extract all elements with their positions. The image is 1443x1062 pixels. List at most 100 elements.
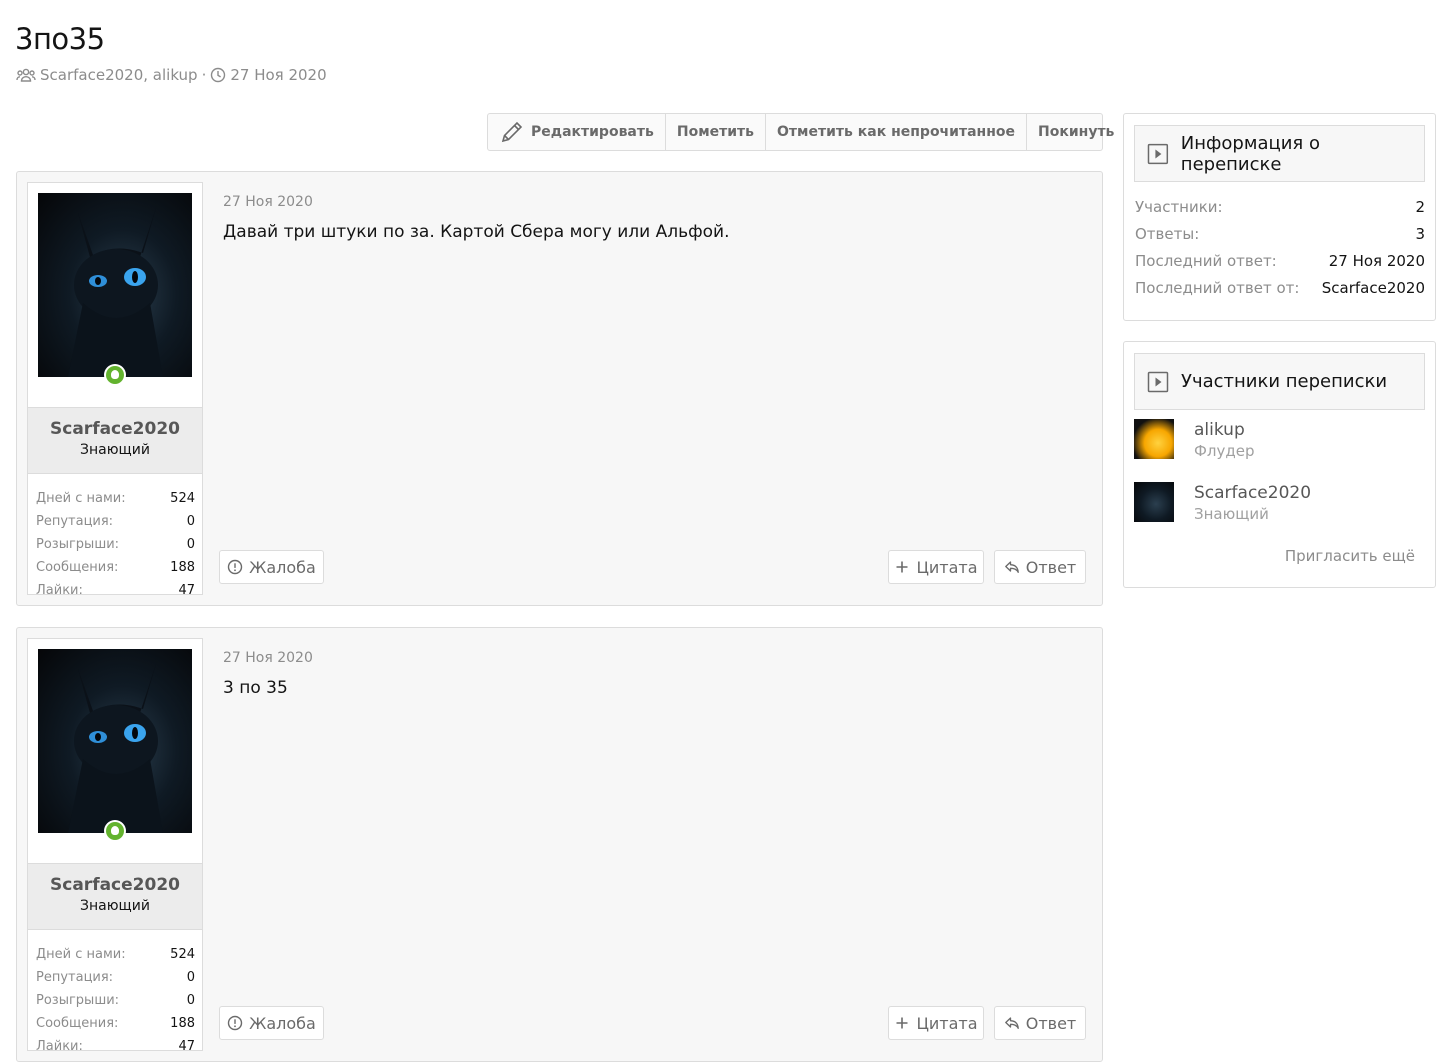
online-status-indicator	[104, 364, 126, 386]
stat-label: Сообщения:	[36, 560, 119, 575]
clock-icon	[211, 67, 226, 83]
user-stats: Дней с нами: 524 Репутация: 0 Розыгрыши: 0 …	[36, 943, 195, 1058]
message: Scarface2020 Знающий Дней с нами: 524 Реп…	[16, 627, 1103, 1062]
user-title: Знающий	[80, 442, 150, 458]
stat-value: 524	[170, 947, 195, 962]
stat-value: 47	[178, 583, 195, 598]
info-row: Последний ответ: 27 Ноя 2020	[1135, 248, 1425, 275]
collapse-toggle-icon	[1147, 143, 1169, 164]
participants-link[interactable]: Scarface2020, alikup	[40, 66, 198, 84]
online-status-indicator	[104, 820, 126, 842]
avatar[interactable]	[1134, 482, 1174, 522]
quote-label: Цитата	[916, 557, 978, 577]
conversation-info-header[interactable]: Информация о переписке	[1134, 125, 1425, 182]
reply-icon	[1004, 561, 1019, 573]
user-stats: Дней с нами: 524 Репутация: 0 Розыгрыши: 0 …	[36, 487, 195, 602]
info-value: 2	[1415, 198, 1425, 216]
avatar[interactable]	[38, 649, 192, 833]
message-content: 27 Ноя 2020 3 по 35	[223, 650, 1086, 698]
report-label: Жалоба	[249, 557, 316, 577]
conversation-date[interactable]: 27 Ноя 2020	[230, 66, 326, 84]
reply-icon	[1004, 1017, 1019, 1029]
cat-avatar-image	[68, 208, 163, 377]
conversation-info-block: Информация о переписке Участники: 2 Ответ…	[1123, 113, 1436, 321]
participant-title: Знающий	[1194, 505, 1269, 523]
meta-separator: ·	[201, 66, 207, 84]
info-label: Последний ответ:	[1135, 252, 1277, 270]
report-label: Жалоба	[249, 1013, 316, 1033]
info-label: Ответы:	[1135, 225, 1200, 243]
message-content: 27 Ноя 2020 Давай три штуки по за. Карто…	[223, 194, 1086, 242]
info-row: Ответы: 3	[1135, 221, 1425, 248]
reply-button[interactable]: Ответ	[994, 550, 1086, 584]
conversation-toolbar: Редактировать Пометить Отметить как непр…	[487, 113, 1114, 151]
avatar[interactable]	[38, 193, 192, 377]
message-date[interactable]: 27 Ноя 2020	[223, 194, 1086, 210]
avatar[interactable]	[1134, 419, 1174, 459]
stat-row: Лайки: 47	[36, 1035, 195, 1058]
stat-row: Репутация: 0	[36, 966, 195, 989]
conversation-info-rows: Участники: 2 Ответы: 3 Последний ответ: 27 …	[1135, 194, 1425, 302]
message-user: Scarface2020 Знающий Дней с нами: 524 Реп…	[27, 182, 203, 598]
plus-icon	[896, 561, 908, 573]
page-title: 3по35	[15, 22, 105, 56]
collapse-toggle-icon	[1147, 371, 1169, 392]
info-value: 27 Ноя 2020	[1328, 252, 1425, 270]
participant-info: alikup Флудер	[1194, 420, 1255, 460]
stat-value: 524	[170, 491, 195, 506]
stat-value: 188	[170, 1016, 195, 1031]
leave-button[interactable]: Покинуть	[1027, 114, 1125, 150]
message: Scarface2020 Знающий Дней с нами: 524 Реп…	[16, 171, 1103, 606]
users-icon	[16, 68, 36, 82]
stat-label: Лайки:	[36, 1039, 83, 1054]
cat-avatar-image	[68, 664, 163, 833]
stat-value: 0	[186, 993, 195, 1008]
info-row: Участники: 2	[1135, 194, 1425, 221]
stat-label: Дней с нами:	[36, 947, 126, 962]
user-name-box: Scarface2020 Знающий	[28, 863, 202, 930]
edit-button[interactable]: Редактировать	[488, 114, 666, 150]
stat-row: Сообщения: 188	[36, 556, 195, 579]
reply-label: Ответ	[1025, 557, 1077, 577]
invite-more-button[interactable]: Пригласить ещё	[1285, 547, 1415, 565]
username[interactable]: Scarface2020	[28, 419, 202, 439]
participants-header[interactable]: Участники переписки	[1134, 353, 1425, 410]
stat-value: 0	[186, 514, 195, 529]
stat-row: Репутация: 0	[36, 510, 195, 533]
pencil-icon	[501, 121, 523, 143]
quote-button[interactable]: Цитата	[888, 1006, 984, 1040]
participant-name[interactable]: Scarface2020	[1194, 483, 1311, 503]
message-text: 3 по 35	[223, 678, 288, 698]
info-value[interactable]: Scarface2020	[1322, 275, 1425, 302]
stat-label: Сообщения:	[36, 1016, 119, 1031]
mark-button[interactable]: Пометить	[666, 114, 767, 150]
username[interactable]: Scarface2020	[28, 875, 202, 895]
info-value: 3	[1415, 225, 1425, 243]
reply-label: Ответ	[1025, 1013, 1077, 1033]
quote-button[interactable]: Цитата	[888, 550, 984, 584]
info-label: Участники:	[1135, 198, 1223, 216]
user-title: Знающий	[80, 898, 150, 914]
stat-value: 0	[186, 537, 195, 552]
quote-label: Цитата	[916, 1013, 978, 1033]
participant-name[interactable]: alikup	[1194, 420, 1255, 440]
mark-unread-button[interactable]: Отметить как непрочитанное	[766, 114, 1027, 150]
exclamation-circle-icon	[227, 559, 243, 575]
stat-row: Розыгрыши: 0	[36, 533, 195, 556]
participant-item: alikup Флудер	[1134, 419, 1255, 460]
user-online-icon	[106, 366, 124, 384]
message-date[interactable]: 27 Ноя 2020	[223, 650, 1086, 666]
report-button[interactable]: Жалоба	[219, 1006, 324, 1040]
user-name-box: Scarface2020 Знающий	[28, 407, 202, 474]
stat-value: 188	[170, 560, 195, 575]
info-row: Последний ответ от: Scarface2020	[1135, 275, 1425, 302]
reply-button[interactable]: Ответ	[994, 1006, 1086, 1040]
stat-row: Сообщения: 188	[36, 1012, 195, 1035]
participants-heading: Участники переписки	[1181, 371, 1388, 392]
conversation-meta: Scarface2020, alikup · 27 Ноя 2020	[16, 66, 327, 84]
message-text: Давай три штуки по за. Картой Сбера могу…	[223, 222, 730, 242]
stat-label: Розыгрыши:	[36, 537, 120, 552]
stat-label: Дней с нами:	[36, 491, 126, 506]
report-button[interactable]: Жалоба	[219, 550, 324, 584]
stat-label: Репутация:	[36, 514, 114, 529]
